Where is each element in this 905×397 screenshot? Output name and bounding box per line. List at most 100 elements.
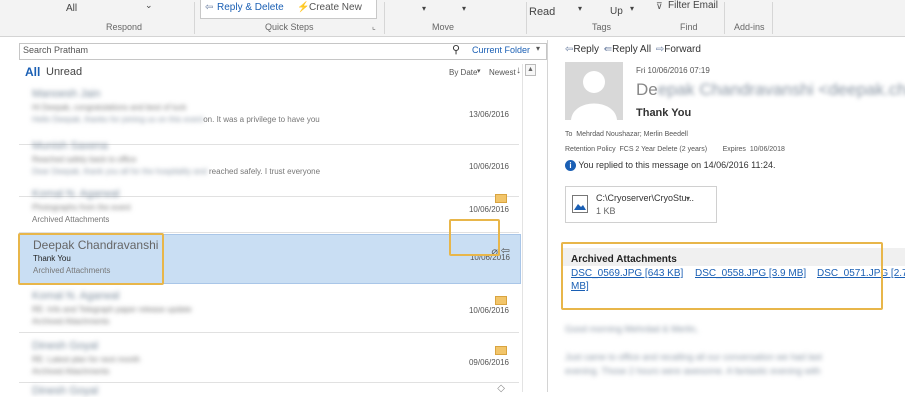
dialog-launcher-icon[interactable]: ⌞ <box>372 22 376 31</box>
message-subject: Hi Deepak, congratulations and best of l… <box>32 103 187 112</box>
create-new-icon: ⚡ <box>297 2 310 13</box>
reply-button[interactable]: Reply <box>573 44 599 55</box>
ribbon-divider <box>526 2 527 34</box>
respond-group-label: Respond <box>106 22 143 32</box>
attachment-name: C:\Cryoserver\CryoStu... <box>596 193 695 203</box>
message-preview: Archived Attachments <box>32 367 110 376</box>
message-preview: Archived Attachments <box>32 317 110 326</box>
retention-value: FCS 2 Year Delete (2 years) <box>619 146 708 153</box>
message-subject: Photographs from the event <box>32 203 131 212</box>
chevron-down-icon[interactable]: ⌄ <box>145 0 153 11</box>
search-scope-dropdown[interactable]: Current Folder <box>472 45 530 55</box>
ribbon-divider <box>384 2 385 34</box>
scrollbar[interactable]: ▲ <box>522 64 537 392</box>
arrow-down-icon[interactable]: ↓ <box>516 65 521 76</box>
expires-value: 10/06/2018 <box>749 146 785 153</box>
ribbon-all-dropdown[interactable]: All <box>66 3 77 14</box>
pane-divider <box>547 40 548 392</box>
unread-read-button[interactable]: Read <box>529 6 555 18</box>
ribbon: All ⌄ Respond ⇦ Reply & Delete ⚡ Create … <box>0 0 905 37</box>
envelope-icon <box>495 296 507 305</box>
body-line: evening. Those 2 hours were awesome. A f… <box>565 366 821 376</box>
to-label: To <box>565 131 573 138</box>
forward-button[interactable]: Forward <box>664 44 701 55</box>
body-line: Just came to office and recalling all ou… <box>565 352 822 362</box>
message-sender: Dinesh Goyal <box>32 340 99 352</box>
message-subject: RE: Latest plan for next month <box>32 355 141 364</box>
sender-name: Deepak Chandravanshi <deepak.cha <box>636 80 905 100</box>
list-item[interactable]: Dinesh Goyal ◇ <box>19 383 519 397</box>
avatar <box>565 62 623 120</box>
reading-pane-actions: ⇦Reply ⇚Reply All ⇨Forward <box>565 44 701 55</box>
message-sender: Manoesh Jain <box>32 88 101 100</box>
message-sender: Komal N. Agarwal <box>32 290 120 302</box>
info-bar: i You replied to this message on 14/06/2… <box>565 160 776 171</box>
message-preview-hidden: Dear Deepak, thank you all for the hospi… <box>32 167 207 176</box>
search-bar: Search Pratham ⚲ Current Folder ▾ <box>19 43 547 60</box>
ribbon-divider <box>772 2 773 34</box>
chevron-down-icon[interactable]: ▾ <box>630 4 634 13</box>
ribbon-divider <box>724 2 725 34</box>
search-icon[interactable]: ⚲ <box>452 43 460 56</box>
body-line: Good morning Mehrdad & Merlin, <box>565 324 699 334</box>
search-input[interactable]: Search Pratham <box>23 45 88 55</box>
categorize-dropdown-icon[interactable]: ▾ <box>578 4 582 13</box>
addins-group-label: Add-ins <box>734 22 765 32</box>
tags-group-label: Tags <box>592 22 612 32</box>
retention-label: Retention Policy <box>565 146 616 153</box>
highlight-box-icons <box>449 219 500 256</box>
message-sender: Komal N. Agarwal <box>32 188 120 200</box>
message-preview: Archived Attachments <box>32 215 110 224</box>
message-preview-visible: on. It was a privilege to have you <box>203 115 320 124</box>
sender-name-visible: De <box>636 80 658 99</box>
quick-step-create-new[interactable]: Create New <box>309 2 362 13</box>
quick-step-reply-delete[interactable]: Reply & Delete <box>217 2 284 13</box>
envelope-icon <box>495 346 507 355</box>
attachment-card[interactable]: C:\Cryoserver\CryoStu... 1 KB ▾ <box>565 186 717 223</box>
message-subject: RE: Info and Telegraph paper release upd… <box>32 305 192 314</box>
message-preview-visible: reached safely. I trust everyone <box>209 167 321 176</box>
reply-delete-icon: ⇦ <box>205 2 214 13</box>
message-date: 09/06/2016 <box>468 358 509 367</box>
quick-steps-gallery[interactable]: ⇦ Reply & Delete ⚡ Create New <box>200 0 377 19</box>
filter-email-button[interactable]: Filter Email <box>668 0 718 11</box>
sort-order-toggle[interactable]: Newest <box>489 68 516 77</box>
attachment-size: 1 KB <box>596 206 616 216</box>
tab-unread[interactable]: Unread <box>46 66 82 78</box>
tab-all[interactable]: All <box>25 65 40 79</box>
rules-dropdown-icon[interactable]: ▾ <box>462 4 466 13</box>
sender-name-obscured: epak Chandravanshi <deepak.cha <box>657 80 905 99</box>
list-item[interactable]: Komal N. Agarwal RE: Info and Telegraph … <box>19 284 519 333</box>
message-sender: Munish Saxena <box>32 140 108 152</box>
find-group-label: Find <box>680 22 698 32</box>
message-preview-hidden: Hello Deepak, thanks for joining us on t… <box>32 115 204 124</box>
message-date: 13/06/2016 <box>468 110 509 119</box>
message-list-header: All Unread By Date ▾ Newest ↓ <box>19 64 545 82</box>
reply-all-icon: ⇚ <box>603 44 613 55</box>
sent-date: Fri 10/06/2016 07:19 <box>636 66 710 75</box>
sort-by-dropdown[interactable]: By Date <box>449 68 477 77</box>
message-subject-heading: Thank You <box>636 107 692 119</box>
list-item[interactable]: Komal N. Agarwal Photographs from the ev… <box>19 182 519 233</box>
message-subject: Reached safely back to office <box>32 155 137 164</box>
message-preview: Dear Deepak, thank you all for the hospi… <box>32 167 320 176</box>
scroll-up-icon[interactable]: ▲ <box>525 64 536 76</box>
expires-label: Expires <box>722 146 746 153</box>
highlight-box-archived <box>561 242 883 310</box>
move-dropdown-icon[interactable]: ▾ <box>422 4 426 13</box>
chevron-down-icon[interactable]: ▾ <box>686 194 690 203</box>
message-preview: Hello Deepak, thanks for joining us on t… <box>32 115 320 124</box>
envelope-icon <box>495 194 507 203</box>
move-group-label: Move <box>432 22 455 32</box>
quick-steps-group-label: Quick Steps <box>265 22 314 32</box>
to-line: To Mehrdad Noushazar; Merlin Beedell <box>565 131 688 138</box>
chevron-down-icon[interactable]: ▾ <box>477 67 481 75</box>
image-file-icon <box>572 195 588 213</box>
list-item[interactable]: Dinesh Goyal RE: Latest plan for next mo… <box>19 334 519 383</box>
chevron-down-icon[interactable]: ▾ <box>536 44 540 53</box>
reply-all-button[interactable]: Reply All <box>612 44 651 55</box>
to-recipients[interactable]: Mehrdad Noushazar; Merlin Beedell <box>576 131 688 138</box>
filter-icon: ⊽ <box>656 1 663 11</box>
follow-up-button[interactable]: Up <box>610 6 623 17</box>
flag-icon: ◇ <box>497 383 505 394</box>
